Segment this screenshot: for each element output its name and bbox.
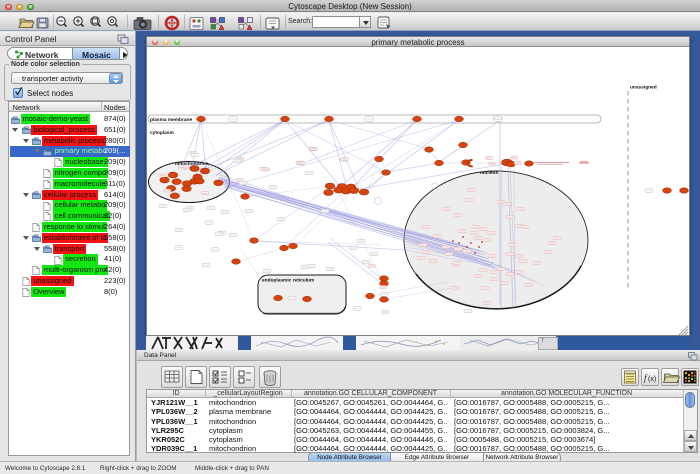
svg-text:endoplasmic reticulum: endoplasmic reticulum xyxy=(262,278,314,284)
svg-text:plasma membrane: plasma membrane xyxy=(150,117,192,123)
svg-text:unassigned: unassigned xyxy=(630,85,657,91)
svg-text:(x): (x) xyxy=(648,376,656,383)
svg-text:nucleus: nucleus xyxy=(480,170,498,176)
svg-text:cytoplasm: cytoplasm xyxy=(150,130,174,136)
